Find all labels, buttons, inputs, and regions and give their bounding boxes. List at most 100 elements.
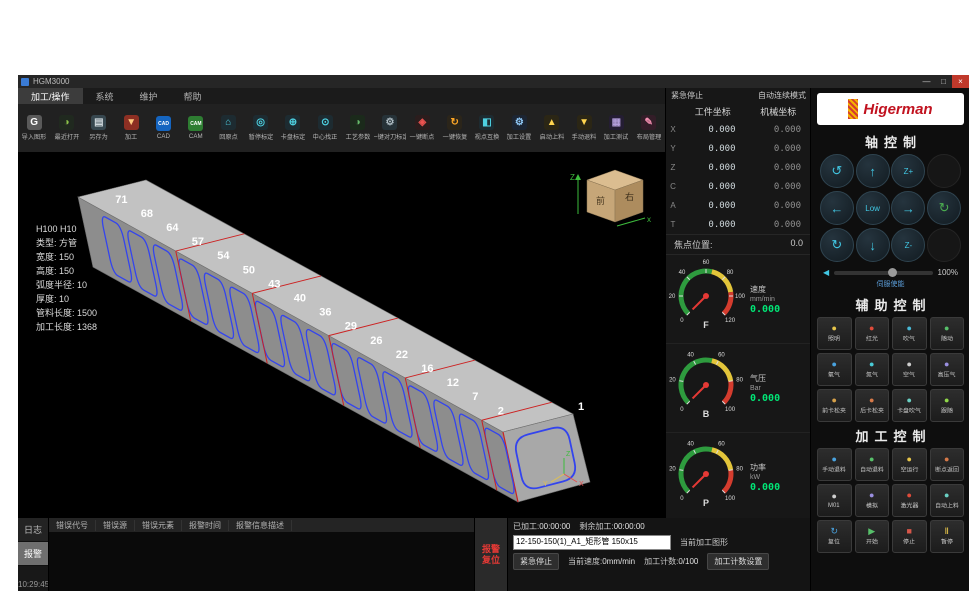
one-key-breakpoint-icon: ◈ [415, 115, 430, 130]
toolbar-button-label: 另存为 [90, 132, 108, 141]
aux-button-11[interactable]: ●跟随 [930, 389, 965, 422]
axis-button-jog-right[interactable]: → [891, 191, 925, 225]
svg-text:40: 40 [687, 442, 694, 448]
proc-button-6[interactable]: ●激光器 [892, 484, 927, 517]
contour-number: 2 [498, 405, 504, 417]
proc-button-11[interactable]: Ⅱ暂停 [930, 520, 965, 553]
toolbar-button-recent-open[interactable]: ◑最近打开 [50, 104, 82, 152]
proc-button-0[interactable]: ●手动退料 [817, 448, 852, 481]
alarm-reset-button[interactable]: 报警复位 [474, 518, 508, 591]
count-settings-button[interactable]: 加工计数设置 [707, 553, 769, 570]
proc-button-8[interactable]: ↻复位 [817, 520, 852, 553]
maximize-button[interactable]: □ [935, 75, 952, 88]
axis-button-z-plus[interactable]: Z+ [891, 154, 925, 188]
proc-icon-10: ■ [907, 527, 912, 536]
aux-button-4[interactable]: ●氧气 [817, 353, 852, 386]
axis-button-jog-up[interactable]: ↑ [856, 154, 890, 188]
bottom-tab-0[interactable]: 日志 [18, 518, 48, 542]
viewport-3d[interactable]: 7168645754504340362926221612721 Z 前 右 x … [18, 152, 665, 518]
proc-button-1[interactable]: ●自动退料 [855, 448, 890, 481]
gauge-power-readout: 功率kW0.000 [750, 462, 806, 493]
current-speed-label: 当前速度: [568, 557, 602, 566]
toolbar-button-view-switch[interactable]: ◧视点互换 [471, 104, 503, 152]
machine-control-panel: Higerman 轴控制 ↺↑Z+←Low→↻↻↓Z- ◀ 100% 伺服使能 … [810, 88, 969, 591]
toolbar-button-process-settings[interactable]: ⚙加工设置 [503, 104, 535, 152]
job-info-block: 已加工:00:00:00 剩余加工:00:00:00 12-150-150(1)… [508, 518, 810, 591]
axis-button-jog-down[interactable]: ↓ [856, 228, 890, 262]
axis-button-jog-left[interactable]: ← [820, 191, 854, 225]
proc-icon-7: ● [944, 491, 949, 500]
override-slider-knob[interactable] [888, 268, 897, 277]
aux-button-5[interactable]: ●氮气 [855, 353, 890, 386]
tube-3d-view: 7168645754504340362926221612721 Z 前 右 x … [18, 152, 665, 518]
proc-button-grid: ●手动退料●自动退料●空运行●断点返回 ●M01●模拟●激光器●自动上料 ↻复位▶开… [811, 448, 969, 553]
estop-button[interactable]: 紧急停止 [513, 553, 559, 570]
aux-button-10[interactable]: ●卡盘吹气 [892, 389, 927, 422]
toolbar-button-label: 回原点 [219, 132, 237, 141]
menu-tab-1[interactable]: 系统 [83, 88, 127, 104]
proc-button-10[interactable]: ■停止 [892, 520, 927, 553]
proc-button-5[interactable]: ●模拟 [855, 484, 890, 517]
axis-button-z-minus[interactable]: Z- [891, 228, 925, 262]
toolbar-button-center-alignment[interactable]: ⊙中心找正 [309, 104, 341, 152]
toolbar-button-label: 暂停标定 [248, 132, 273, 141]
bottom-tab-1[interactable]: 报警 [18, 542, 48, 566]
proc-button-2[interactable]: ●空运行 [892, 448, 927, 481]
alarm-table-body[interactable] [49, 532, 474, 591]
axis-letter: A [666, 201, 680, 210]
proc-button-3[interactable]: ●断点返回 [930, 448, 965, 481]
toolbar-button-chuck-calibration[interactable]: ⊕卡盘标定 [277, 104, 309, 152]
machine-coord-value: 0.000 [746, 201, 812, 211]
aux-button-6[interactable]: ●空气 [892, 353, 927, 386]
toolbar-button-layout-manage[interactable]: ✎布局管理 [633, 104, 665, 152]
toolbar-button-label: 卡盘标定 [281, 132, 306, 141]
toolbar-button-one-key-breakpoint[interactable]: ◈一键断点 [406, 104, 438, 152]
aux-button-3[interactable]: ●随动 [930, 317, 965, 350]
close-button[interactable]: × [952, 75, 969, 88]
toolbar-button-cam[interactable]: CAMCAM [180, 104, 212, 152]
proc-button-4[interactable]: ●M01 [817, 484, 852, 517]
gauge-label: 速度 [750, 284, 806, 295]
toolbar-button-pause-calibration[interactable]: ◎暂停标定 [244, 104, 276, 152]
menu-tab-2[interactable]: 维护 [127, 88, 171, 104]
toolbar-button-process-params[interactable]: ◑工艺参数 [341, 104, 373, 152]
menu-tab-0[interactable]: 加工/操作 [18, 88, 83, 104]
gauge-value: 0.000 [750, 393, 806, 404]
toolbar-button-manual-unload[interactable]: ▼手动退料 [568, 104, 600, 152]
aux-button-9[interactable]: ●后卡松夹 [855, 389, 890, 422]
recent-open-icon: ◑ [59, 115, 74, 130]
aux-button-0[interactable]: ●照明 [817, 317, 852, 350]
current-file-field[interactable]: 12-150-150(1)_A1_矩形管 150x15 [513, 535, 671, 550]
proc-button-7[interactable]: ●自动上料 [930, 484, 965, 517]
toolbar-button-process[interactable]: ▼加工 [115, 104, 147, 152]
override-decrease-button[interactable]: ◀ [823, 268, 829, 277]
axis-button-blank-1 [927, 154, 961, 188]
toolbar-button-start-loading[interactable]: ▲启动上料 [536, 104, 568, 152]
toolbar-button-import-graphic[interactable]: G导入图形 [18, 104, 50, 152]
aux-button-7[interactable]: ●高压气 [930, 353, 965, 386]
toolbar-button-process-test[interactable]: ▦加工测试 [600, 104, 632, 152]
axis-button-cycle[interactable]: ↻ [927, 191, 961, 225]
work-coord-value: 0.000 [680, 125, 746, 135]
toolbar-button-go-home[interactable]: ⌂回原点 [212, 104, 244, 152]
toolbar-button-one-key-restore[interactable]: ↻一键恢复 [438, 104, 470, 152]
toolbar-button-one-key-tool-calib[interactable]: ⚙一键对刀标定 [374, 104, 406, 152]
proc-icon-9: ▶ [868, 527, 875, 536]
menu-tab-3[interactable]: 帮助 [171, 88, 215, 104]
process-test-icon: ▦ [609, 115, 624, 130]
part-info-line: 厚度: 10 [36, 292, 97, 306]
aux-button-8[interactable]: ●前卡松夹 [817, 389, 852, 422]
proc-button-9[interactable]: ▶开始 [855, 520, 890, 553]
axis-button-rotate-ccw[interactable]: ↺ [820, 154, 854, 188]
minimize-button[interactable]: — [918, 75, 935, 88]
save-as-icon: ▤ [91, 115, 106, 130]
aux-button-2[interactable]: ●吹气 [892, 317, 927, 350]
toolbar-button-save-as[interactable]: ▤ 另存为 [83, 104, 115, 152]
toolbar-button-cad[interactable]: CADCAD [147, 104, 179, 152]
override-slider[interactable] [834, 271, 932, 275]
axis-button-low-speed[interactable]: Low [856, 191, 890, 225]
view-cube[interactable]: Z 前 右 x [570, 170, 651, 226]
work-coord-header: 工件坐标 [680, 105, 746, 118]
aux-button-1[interactable]: ●红光 [855, 317, 890, 350]
axis-button-rotate-cw[interactable]: ↻ [820, 228, 854, 262]
